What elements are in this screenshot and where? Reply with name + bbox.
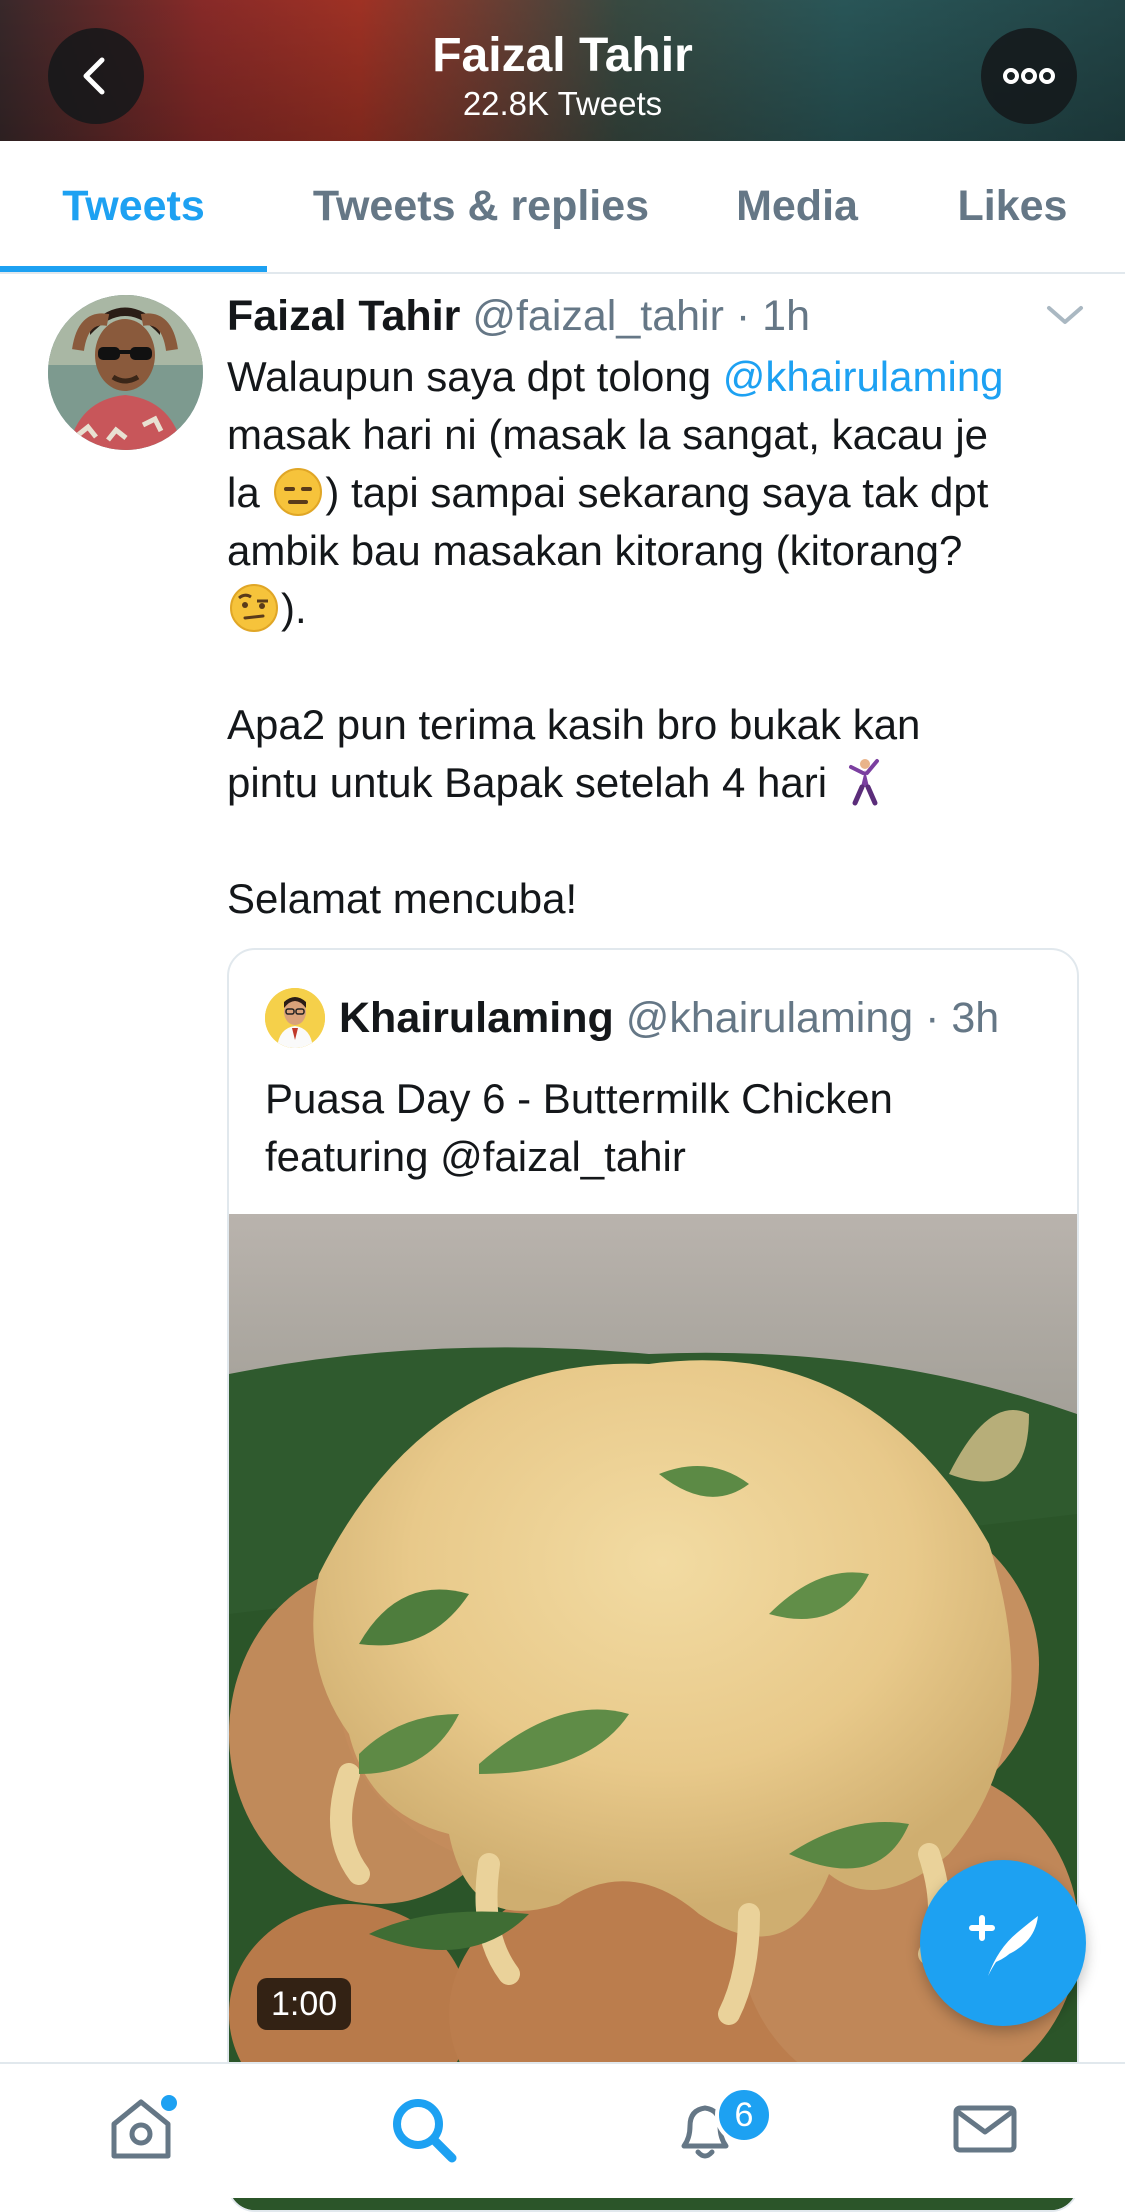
tweet-author-name[interactable]: Faizal Tahir — [227, 292, 460, 340]
tweet-text-line: pintu untuk Bapak setelah 4 hari — [227, 759, 839, 806]
nav-messages[interactable] — [940, 2084, 1030, 2174]
mention-link[interactable]: @khairulaming — [723, 353, 1004, 400]
tweet-text-line: Apa2 pun terima kasih bro bukak kan — [227, 701, 921, 748]
tweet-text-line: masak hari ni (masak la sangat, kacau je — [227, 411, 989, 458]
bottom-tab-bar: 6 — [0, 2062, 1125, 2198]
search-icon — [393, 2099, 457, 2163]
tab-likes[interactable]: Likes — [940, 141, 1085, 272]
expressionless-face-emoji — [274, 468, 323, 516]
tweet-text-line: ambik bau masakan kitorang (kitorang? — [227, 527, 963, 574]
avatar[interactable] — [48, 295, 203, 450]
nav-search[interactable] — [378, 2084, 468, 2174]
tab-tweets-and-replies[interactable]: Tweets & replies — [290, 141, 672, 272]
tab-tweets[interactable]: Tweets — [0, 141, 267, 272]
compose-tweet-icon — [969, 1915, 1038, 1976]
tab-media[interactable]: Media — [712, 141, 882, 272]
compose-tweet-button[interactable] — [920, 1860, 1086, 2026]
tweet-text-line: Selamat mencuba! — [227, 875, 578, 922]
tweet-header: Faizal Tahir @faizal_tahir · 1h — [227, 288, 810, 344]
more-dots-icon — [1003, 68, 1055, 84]
profile-header: Faizal Tahir 22.8K Tweets — [0, 0, 1125, 141]
dancing-man-emoji — [848, 759, 879, 806]
profile-name-title: Faizal Tahir — [432, 29, 693, 82]
quoted-author-name: Khairulaming — [339, 994, 614, 1042]
quoted-text-line: featuring @faizal_tahir — [265, 1133, 686, 1180]
quoted-timestamp: 3h — [951, 994, 1000, 1042]
tweet-count: 22.8K Tweets — [462, 85, 663, 122]
quoted-tweet-header: Khairulaming @khairulaming · 3h — [339, 988, 999, 1048]
quoted-avatar[interactable] — [265, 988, 325, 1048]
quoted-text-line: Puasa Day 6 - Buttermilk Chicken — [265, 1075, 893, 1122]
tweet-timestamp[interactable]: 1h — [762, 292, 810, 340]
tweet-text-line: la — [227, 469, 272, 516]
quoted-author-handle: @khairulaming — [625, 994, 914, 1042]
tweet-author-handle[interactable]: @faizal_tahir — [472, 292, 724, 340]
raised-eyebrow-face-emoji — [230, 584, 278, 632]
chevron-down-icon[interactable] — [1045, 300, 1085, 330]
notification-count-badge: 6 — [715, 2086, 773, 2144]
quoted-tweet-card[interactable]: Khairulaming @khairulaming · 3h Puasa Da… — [227, 948, 1079, 2212]
active-tab-indicator — [0, 266, 267, 272]
tweet-text-line: ). — [281, 585, 307, 632]
tweet-text-line: Walaupun saya dpt tolong — [227, 353, 723, 400]
more-options-button[interactable] — [981, 28, 1077, 124]
quoted-tweet-text: Puasa Day 6 - Buttermilk Chicken featuri… — [265, 1070, 1045, 1186]
profile-tabs: Tweets Tweets & replies Media Likes — [0, 141, 1125, 274]
meta-separator: · — [925, 994, 940, 1042]
meta-separator: · — [735, 292, 751, 340]
video-thumbnail[interactable]: 1:00 — [229, 1214, 1077, 2210]
tweet-text-line: ) tapi sampai sekarang saya tak dpt — [325, 469, 989, 516]
video-duration: 1:00 — [257, 1978, 352, 2030]
tweet-text: Walaupun saya dpt tolong @khairulaming m… — [227, 348, 1097, 928]
home-unread-dot — [158, 2092, 180, 2114]
messages-icon — [953, 2105, 1017, 2153]
